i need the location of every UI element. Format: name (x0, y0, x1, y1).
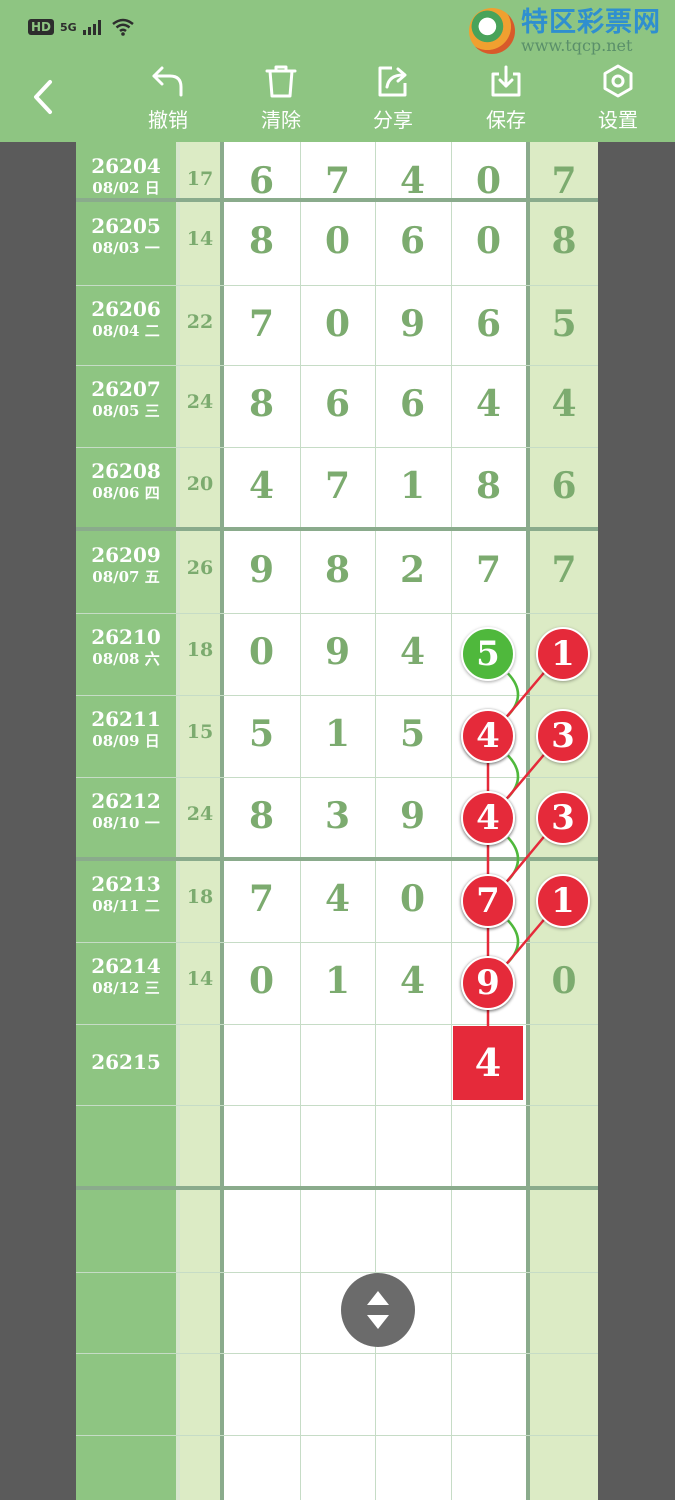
green-ball[interactable]: 5 (461, 626, 515, 681)
red-ball[interactable]: 4 (461, 708, 515, 763)
red-ball[interactable]: 9 (461, 955, 515, 1010)
red-ball[interactable]: 3 (536, 790, 590, 845)
red-ball[interactable]: 7 (461, 873, 515, 928)
red-ball[interactable]: 4 (461, 790, 515, 845)
up-down-arrows-icon (367, 1291, 389, 1329)
red-ball[interactable]: 1 (536, 873, 590, 928)
red-ball[interactable]: 3 (536, 708, 590, 763)
red-ball[interactable]: 1 (536, 626, 590, 681)
scroll-handle[interactable] (341, 1273, 415, 1347)
prediction-box[interactable]: 4 (453, 1026, 523, 1100)
